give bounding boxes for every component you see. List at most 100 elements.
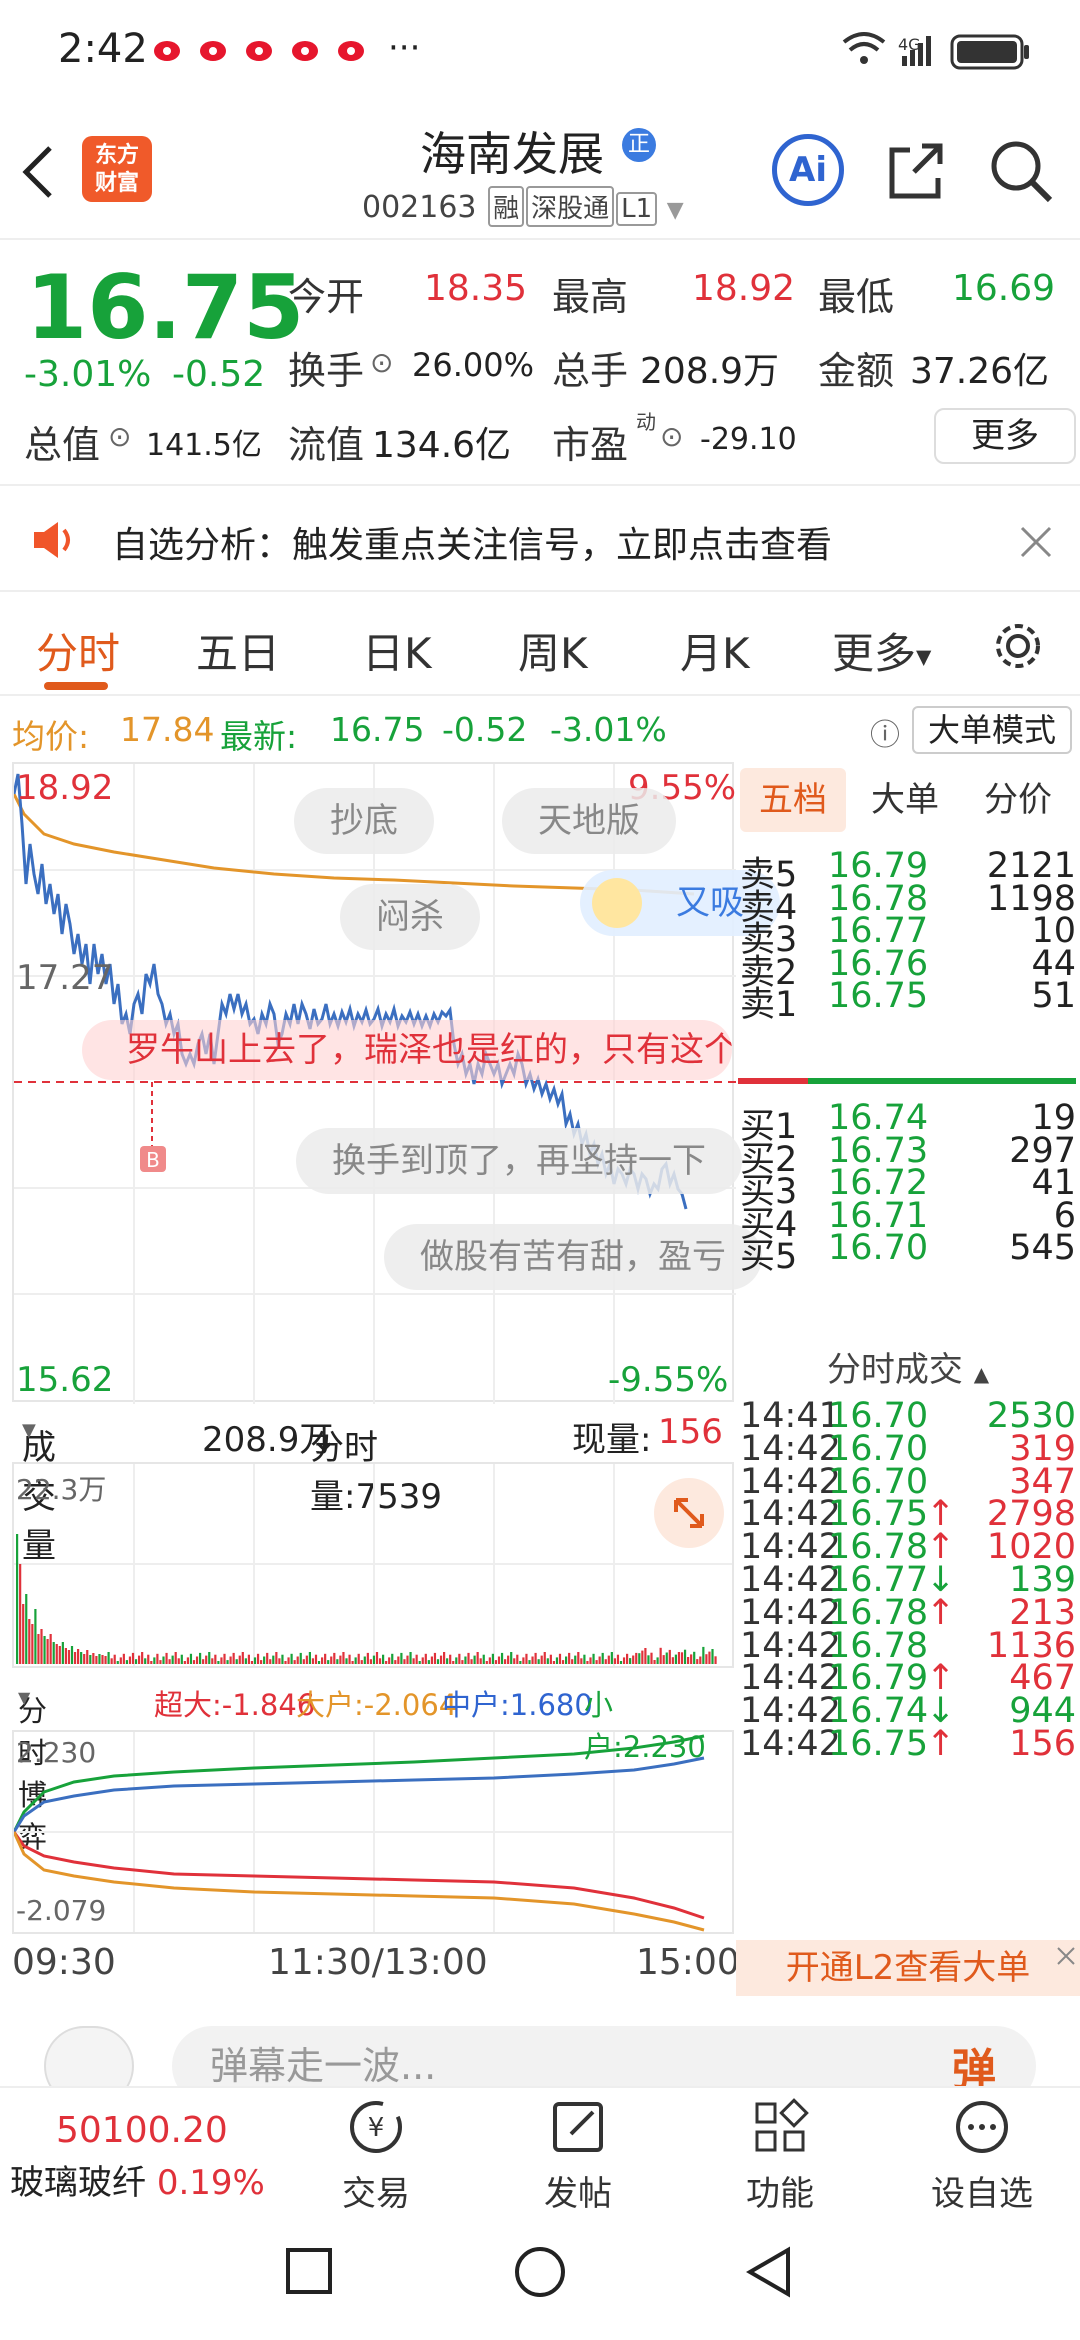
info-icon[interactable]: ⊙ — [108, 420, 131, 453]
volume-bar — [613, 1658, 616, 1664]
tab-weekly-k[interactable]: 周K — [518, 620, 588, 681]
back-icon[interactable] — [18, 144, 58, 200]
volume-bar — [470, 1659, 473, 1664]
volume-bar — [171, 1655, 174, 1664]
tab-big-orders[interactable]: 大单 — [852, 768, 958, 832]
info-icon[interactable]: ⊙ — [660, 420, 683, 453]
pe-label: 市盈 — [552, 423, 629, 467]
volume-bar — [58, 1646, 61, 1664]
volume-bar — [354, 1657, 357, 1664]
open-l2-button[interactable]: 开通L2查看大单 — [736, 1940, 1080, 1996]
danmu-bubble-highlight[interactable]: 罗牛山上去了，瑞泽也是红的，只有这个 — [82, 1020, 732, 1080]
volume-bar — [333, 1652, 336, 1664]
more-circle-icon — [956, 2101, 1008, 2153]
close-icon[interactable] — [1054, 1944, 1078, 1968]
volume-bar — [513, 1658, 516, 1664]
volume-bar — [302, 1659, 305, 1664]
volume-bar — [290, 1653, 293, 1664]
prev-close-label: 17.27 — [16, 958, 114, 998]
tab-daily-k[interactable]: 日K — [362, 620, 432, 681]
volume-value: 208.9万 — [640, 351, 780, 392]
danmu-bubble[interactable]: 做股有苦有甜，盈亏 — [384, 1224, 762, 1290]
bid-row[interactable]: 买5 16.70 545 — [736, 1226, 1080, 1277]
danmu-bubble[interactable]: 换手到顶了，再坚持一下 — [296, 1128, 742, 1194]
danmu-bubble[interactable]: 闷杀 — [340, 884, 480, 950]
volume-bar — [418, 1661, 421, 1664]
bid-price: 16.70 — [828, 1228, 929, 1268]
volume-bar — [680, 1652, 684, 1664]
volume-bar — [119, 1657, 122, 1664]
volume-bar — [439, 1655, 443, 1664]
volume-chart[interactable]: 22.3万 — [12, 1462, 734, 1668]
quote-panel: 16.75 -3.01% -0.52 今开 18.35 最高 18.92 最低 … — [0, 242, 1080, 486]
volume-bar — [272, 1655, 275, 1664]
high-price-label: 18.92 — [16, 768, 114, 808]
volume-bar — [378, 1658, 382, 1664]
back-nav-icon[interactable] — [744, 2244, 794, 2300]
analysis-banner[interactable]: 自选分析：触发重点关注信号，立即点击查看 — [0, 488, 1080, 592]
volume-bar — [195, 1656, 199, 1664]
bottom-nav: 50100.20 玻璃玻纤 0.19% ¥ 交易 发帖 功能 设自选 — [0, 2086, 1080, 2220]
close-icon[interactable] — [1018, 524, 1054, 560]
tab-monthly-k[interactable]: 月K — [680, 620, 750, 681]
buy-marker: B — [146, 1148, 160, 1172]
volume-bar — [43, 1636, 46, 1664]
more-button[interactable]: 更多 — [934, 408, 1076, 464]
fund-game-chart[interactable]: 2.230 -2.079 — [12, 1730, 734, 1934]
intraday-chart[interactable]: B 18.92 9.55% 17.27 15.62 -9.55% 抄底 天地版 … — [12, 762, 780, 1404]
volume-bar — [522, 1657, 525, 1664]
tab-intraday[interactable]: 分时 — [36, 620, 120, 681]
volume-bar — [61, 1642, 64, 1664]
volume-bar — [598, 1656, 601, 1664]
volume-bar — [476, 1652, 479, 1664]
info-icon[interactable]: ⊙ — [370, 346, 393, 379]
tab-five-day[interactable]: 五日 — [196, 620, 280, 681]
nav-post[interactable]: 发帖 — [508, 2098, 648, 2215]
volume-bar — [150, 1661, 153, 1664]
tab-more[interactable]: 更多▼ — [832, 620, 931, 681]
volume-bar — [632, 1655, 635, 1664]
latest-change: -0.52 — [442, 710, 528, 749]
expand-button[interactable] — [654, 1478, 724, 1548]
ask-row[interactable]: 卖1 16.75 51 — [736, 974, 1080, 1025]
volume-bar — [37, 1634, 40, 1664]
danmu-bubble[interactable]: 天地版 — [502, 788, 676, 854]
volume-bar — [110, 1658, 113, 1664]
volume-bar — [543, 1652, 546, 1664]
recent-apps-icon[interactable] — [284, 2246, 334, 2296]
big-order-mode-button[interactable]: 大单模式 — [912, 706, 1072, 754]
mid-label: 中户:1.680 — [442, 1688, 593, 1722]
volume-bar — [351, 1661, 354, 1664]
volume-bar — [574, 1655, 577, 1664]
mktcap-value: 141.5亿 — [146, 428, 262, 463]
volume-bar — [16, 1534, 19, 1664]
ai-button[interactable]: Ai — [772, 134, 844, 206]
volume-bar — [336, 1659, 339, 1664]
volume-bar — [488, 1657, 491, 1664]
volume-bar — [208, 1652, 211, 1664]
volume-bar — [659, 1647, 662, 1664]
network-type: 4G — [898, 35, 921, 54]
tab-five-levels[interactable]: 五档 — [740, 768, 846, 832]
volume-bar — [369, 1659, 372, 1664]
tab-price-dist[interactable]: 分价 — [962, 768, 1074, 832]
high-value: 18.92 — [692, 268, 796, 309]
current-price: 16.75 — [26, 256, 305, 359]
volume-bar — [565, 1656, 568, 1664]
volume-bar — [708, 1651, 711, 1664]
search-icon[interactable] — [988, 138, 1056, 206]
danmu-bubble[interactable]: 抄底 — [294, 788, 434, 854]
volume-bar — [308, 1652, 311, 1664]
settings-gear-icon[interactable] — [990, 618, 1046, 674]
nav-trade[interactable]: ¥ 交易 — [306, 2098, 446, 2215]
volume-bar — [73, 1652, 77, 1664]
help-icon[interactable]: ⓘ — [870, 710, 900, 754]
nav-add-watchlist[interactable]: 设自选 — [912, 2098, 1052, 2215]
home-icon[interactable] — [512, 2244, 568, 2300]
nav-functions[interactable]: 功能 — [710, 2098, 850, 2215]
volume-bar — [342, 1652, 345, 1664]
ticks-title[interactable]: 分时成交 ▲ — [736, 1342, 1080, 1391]
share-icon[interactable] — [884, 138, 948, 202]
index-ticker[interactable]: 50100.20 玻璃玻纤 0.19% — [10, 2110, 290, 2204]
turnover-value: 26.00% — [412, 346, 535, 384]
